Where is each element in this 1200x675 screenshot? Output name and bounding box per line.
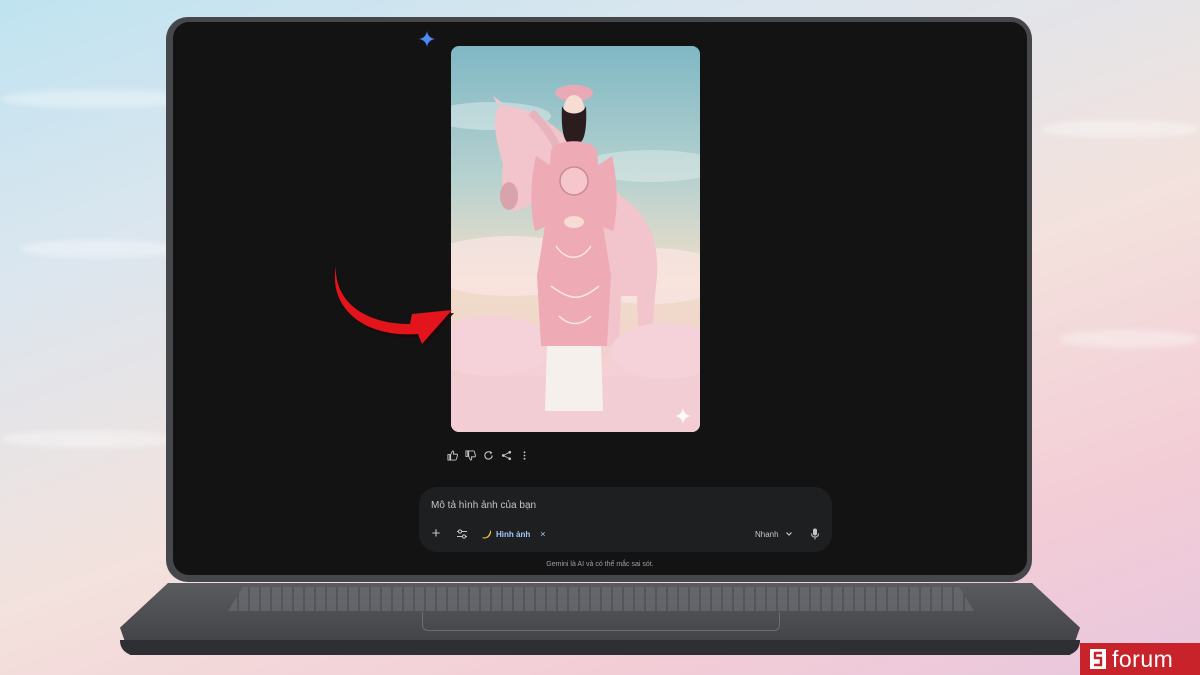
- share-button[interactable]: [500, 449, 513, 462]
- prompt-box: + Hình ảnh × Nhanh: [419, 487, 832, 552]
- mode-label: Nhanh: [755, 529, 779, 539]
- image-mode-chip[interactable]: Hình ảnh ×: [481, 526, 545, 542]
- sforum-logo-icon: [1090, 649, 1106, 669]
- more-vert-icon: [523, 451, 526, 460]
- mic-icon: [811, 528, 819, 540]
- generated-image-art: [451, 46, 700, 432]
- banana-icon: [482, 529, 492, 538]
- mic-button[interactable]: [808, 527, 822, 541]
- disclaimer-text: Gemini là AI và có thể mắc sai sót.: [546, 561, 654, 568]
- laptop-keyboard: [228, 587, 974, 611]
- generated-image[interactable]: [451, 46, 700, 432]
- add-button[interactable]: +: [429, 525, 443, 542]
- mode-selector[interactable]: Nhanh: [755, 527, 793, 541]
- sky-streak: [0, 430, 180, 448]
- thumbs-down-button[interactable]: [464, 449, 477, 462]
- chevron-down-icon: [785, 532, 792, 536]
- gemini-star-icon: [419, 31, 435, 47]
- tools-button[interactable]: [455, 527, 469, 541]
- sky-streak: [20, 240, 180, 258]
- sparkle-watermark-icon: [675, 408, 691, 424]
- more-options-button[interactable]: [518, 449, 531, 462]
- tools-sliders-icon: [457, 529, 467, 539]
- chip-label: Hình ảnh: [496, 529, 531, 539]
- response-actions: [446, 449, 531, 463]
- prompt-input[interactable]: [431, 498, 811, 512]
- thumbs-up-icon: [447, 450, 458, 461]
- brand-name: forum: [1112, 645, 1174, 672]
- share-icon: [501, 450, 512, 461]
- thumbs-down-icon: [465, 450, 476, 461]
- brand-badge: forum: [1080, 643, 1200, 675]
- regenerate-button[interactable]: [482, 449, 495, 462]
- chip-close-button[interactable]: ×: [540, 529, 545, 539]
- red-arrow-annotation: [334, 266, 454, 347]
- sky-streak: [1040, 120, 1200, 138]
- sky-streak: [1060, 330, 1200, 348]
- laptop-trackpad: [422, 612, 780, 631]
- regenerate-icon: [484, 450, 493, 460]
- plus-icon: +: [431, 525, 441, 542]
- thumbs-up-button[interactable]: [446, 449, 459, 462]
- laptop-base-edge: [120, 640, 1080, 655]
